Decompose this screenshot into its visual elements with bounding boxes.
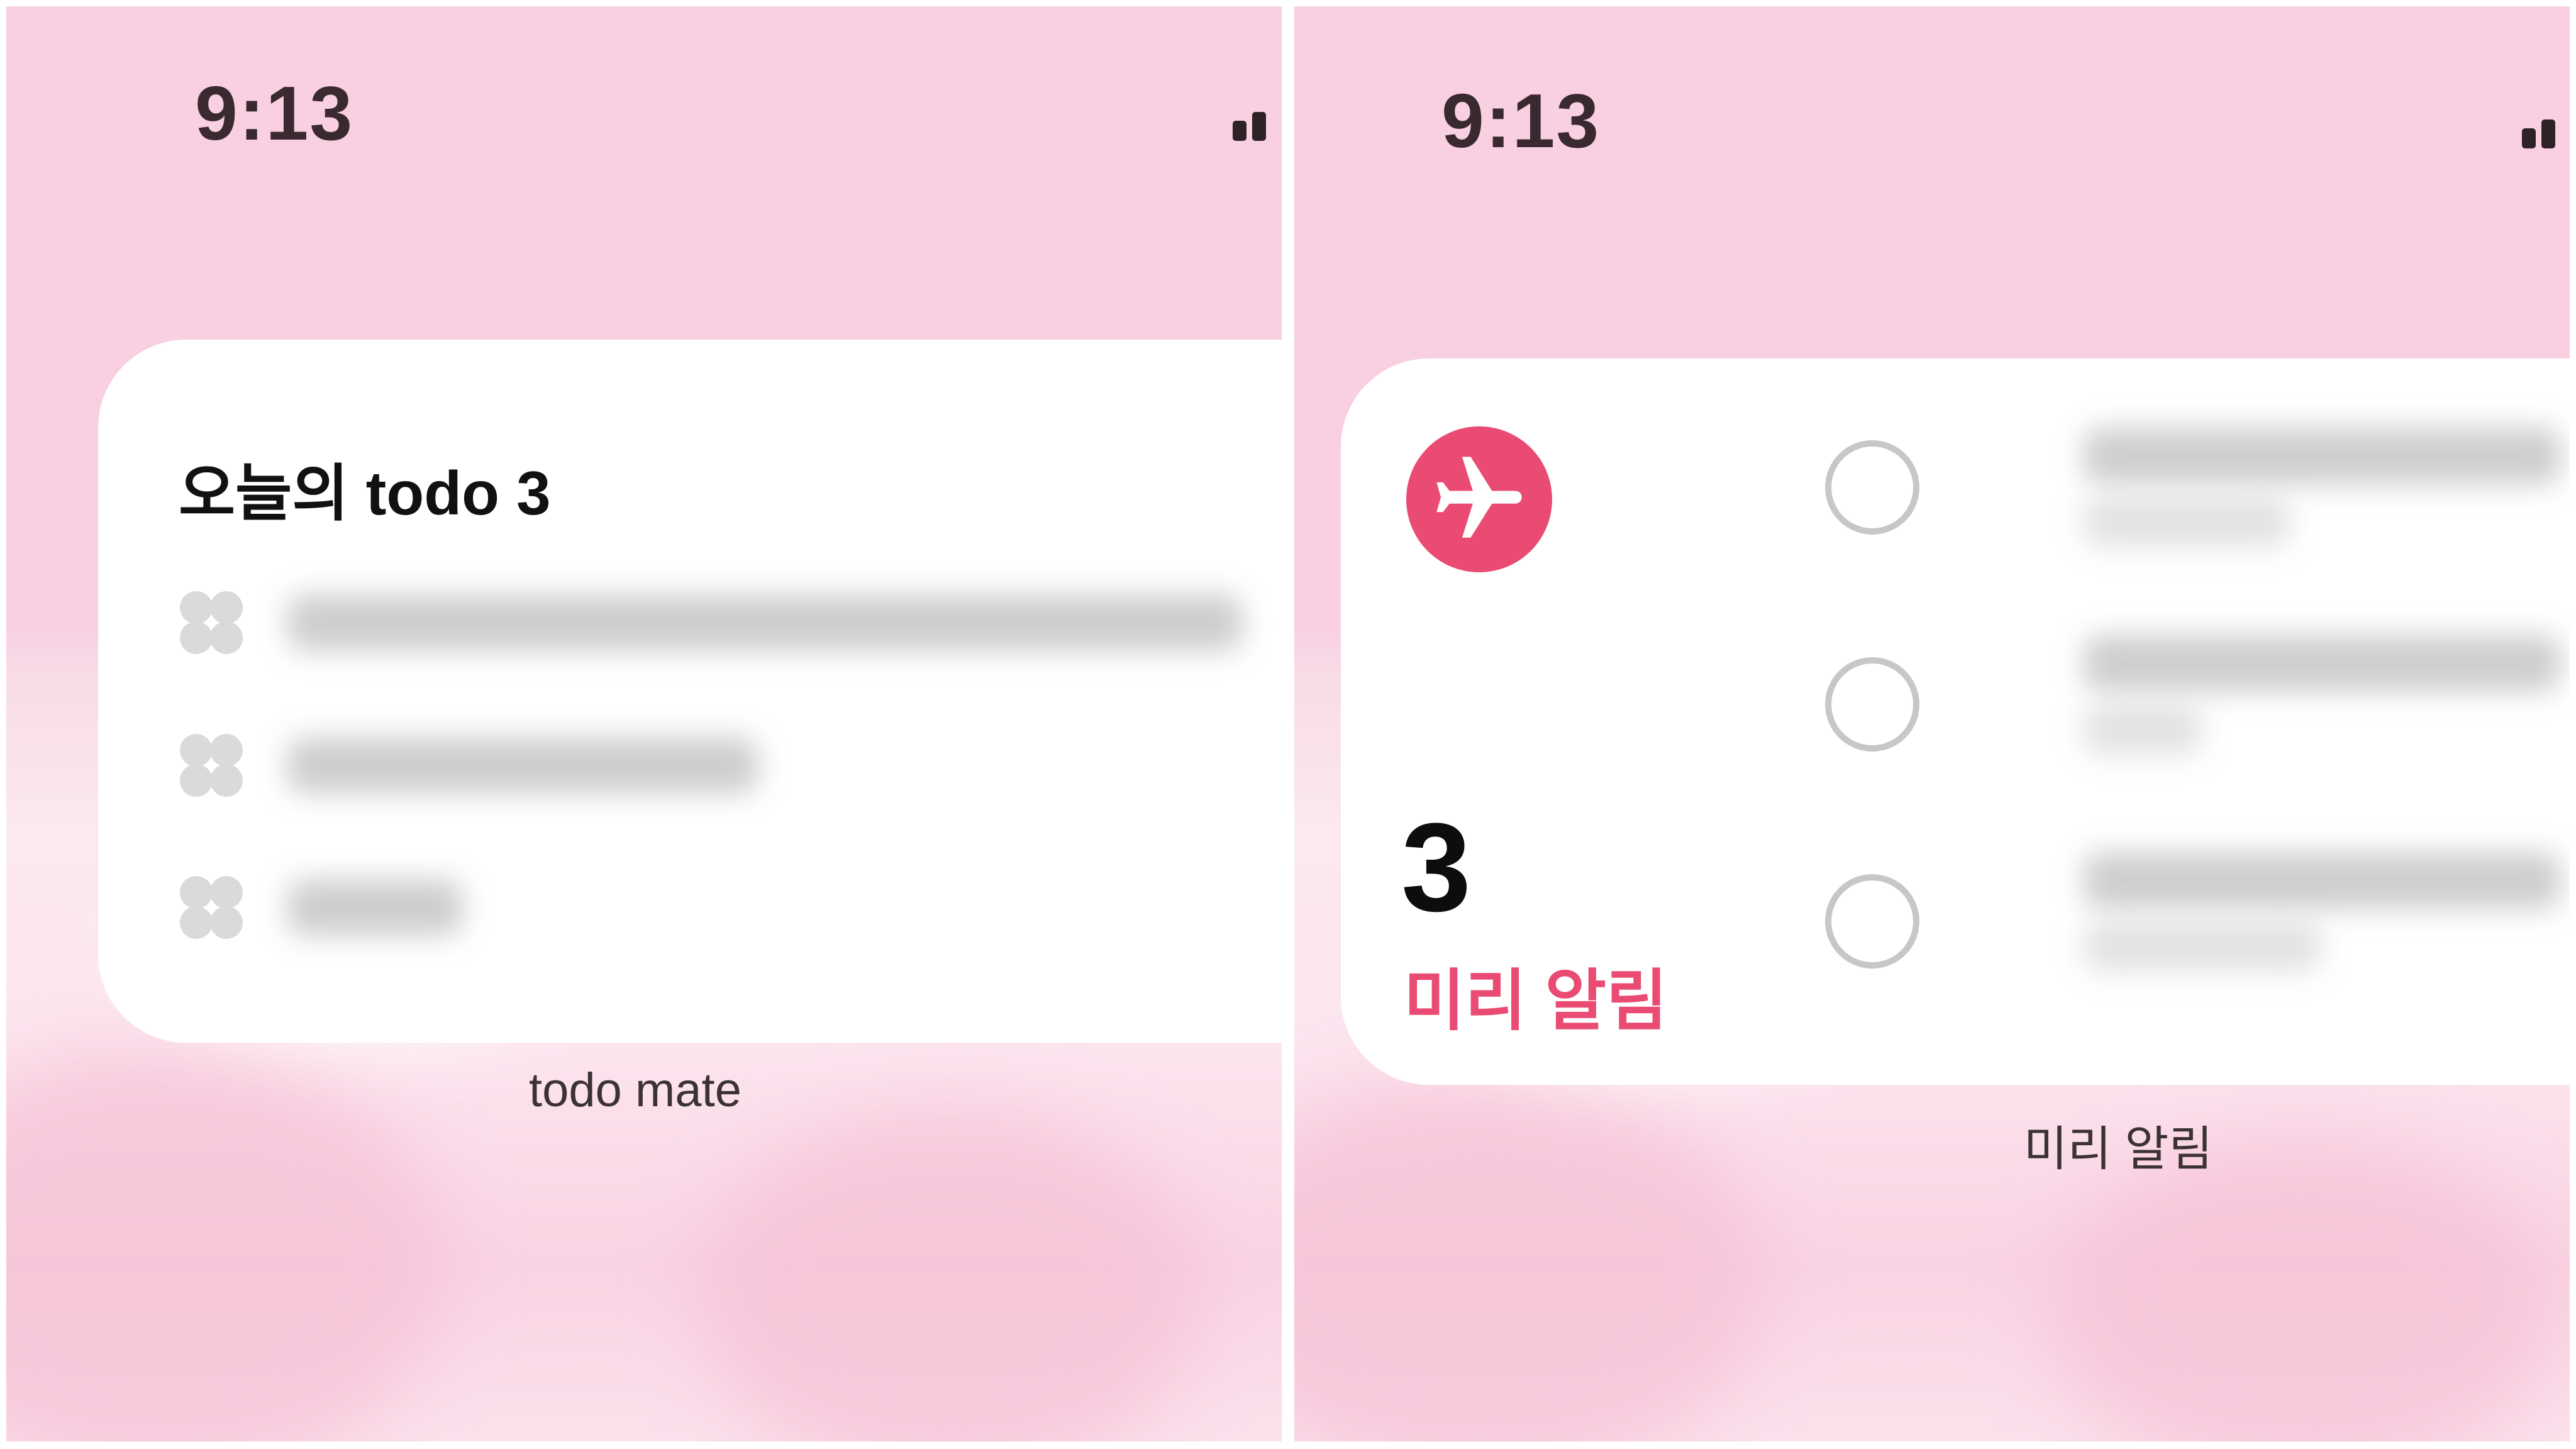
blurred-todo-text (287, 879, 463, 936)
blurred-reminder-text (2083, 852, 2561, 909)
reminder-count: 3 (1401, 797, 1472, 938)
widget-app-label: 미리 알림 (2023, 1123, 2213, 1176)
clover-checkbox-icon[interactable] (180, 591, 243, 654)
blurred-todo-text (287, 594, 1243, 651)
blurred-reminder-text (2083, 635, 2561, 692)
left-phone-screen: 9:13 오늘의 todo 3 todo mate (6, 6, 1282, 1441)
reminder-list-name: 미리 알림 (1404, 964, 1668, 1038)
screenshot-collage: 9:13 오늘의 todo 3 todo mate 9:13 3 미리 알림 미… (0, 0, 2576, 1449)
blurred-reminder-text (2083, 428, 2561, 484)
clover-checkbox-icon[interactable] (180, 876, 243, 939)
background-blob (1294, 1075, 1766, 1441)
blurred-todo-text (287, 737, 758, 794)
widget-app-label: todo mate (529, 1063, 741, 1117)
background-blob (698, 1107, 1201, 1441)
status-bar-time: 9:13 (195, 70, 354, 156)
empty-circle-checkbox-icon[interactable] (1825, 657, 1919, 752)
right-phone-screen: 9:13 3 미리 알림 미리 알림 (1294, 6, 2570, 1441)
reminders-list-badge (1406, 426, 1552, 572)
todo-mate-widget[interactable]: 오늘의 todo 3 (98, 340, 1282, 1043)
background-blob (6, 1044, 447, 1441)
reminders-widget[interactable]: 3 미리 알림 (1341, 358, 2570, 1085)
blurred-reminder-text (2083, 704, 2202, 755)
airplane-icon (1436, 457, 1522, 538)
background-blob (2049, 1138, 2552, 1441)
widget-title: 오늘의 todo 3 (179, 458, 551, 528)
signal-bars-icon (2522, 119, 2555, 148)
empty-circle-checkbox-icon[interactable] (1825, 874, 1919, 969)
empty-circle-checkbox-icon[interactable] (1825, 440, 1919, 535)
status-bar-time: 9:13 (1441, 78, 1601, 164)
blurred-reminder-text (2083, 921, 2322, 972)
signal-bars-icon (1233, 112, 1266, 141)
clover-checkbox-icon[interactable] (180, 734, 243, 797)
blurred-reminder-text (2083, 497, 2290, 547)
